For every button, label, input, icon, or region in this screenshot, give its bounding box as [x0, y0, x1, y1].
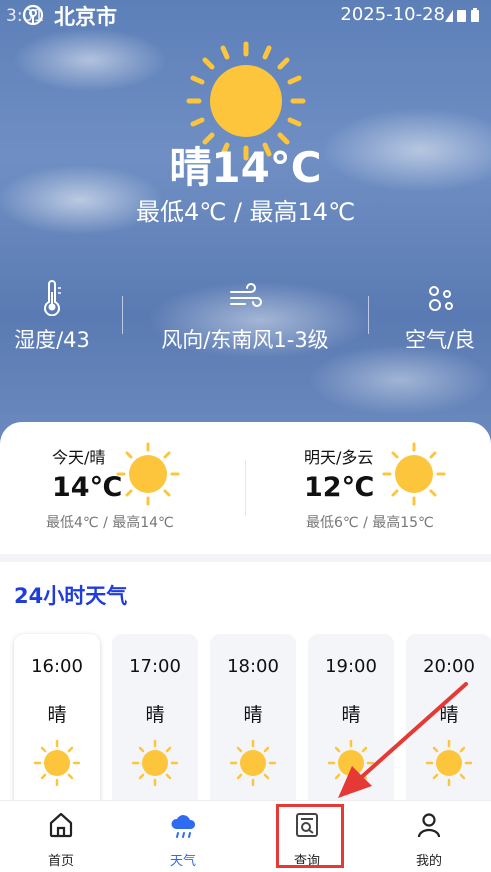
- hourly-title: 24小时天气: [14, 584, 128, 608]
- hour-time: 18:00: [227, 656, 279, 677]
- weather-cloud-icon: [171, 815, 196, 838]
- status-icons: [445, 8, 479, 22]
- tab-profile-label: 我的: [415, 854, 442, 869]
- hour-time: 20:00: [423, 656, 475, 677]
- home-icon: [49, 812, 73, 838]
- sun-icon: [34, 740, 80, 786]
- sun-icon: [116, 442, 180, 506]
- humidity-label: 湿度/43: [14, 328, 90, 352]
- today-title: 今天/晴: [52, 448, 106, 467]
- tab-weather-label: 天气: [169, 854, 196, 869]
- hour-time: 16:00: [31, 656, 83, 677]
- hour-condition: 晴: [243, 704, 263, 726]
- current-min-max: 最低4℃ / 最高14℃: [135, 198, 356, 226]
- pointer-arrow: [338, 682, 468, 798]
- date-label: 2025-10-28: [340, 4, 445, 25]
- humidity-metric: 湿度/43: [10, 280, 94, 354]
- air-metric: 空气/良: [398, 280, 482, 354]
- today-forecast[interactable]: 今天/晴 14℃ 最低4℃ / 最高14℃: [0, 422, 245, 554]
- tomorrow-title: 明天/多云: [304, 448, 374, 467]
- thermometer-icon: [44, 280, 61, 316]
- location-icon[interactable]: [22, 4, 44, 26]
- tab-weather[interactable]: 天气: [122, 801, 244, 872]
- hour-card[interactable]: 16:00 晴: [14, 634, 100, 814]
- highlight-box: [276, 804, 344, 868]
- daily-forecast-card: 今天/晴 14℃ 最低4℃ / 最高14℃ 明天/多云 12℃ 最低6℃ / 最…: [0, 422, 491, 554]
- metric-divider: [368, 296, 369, 334]
- air-icon: [429, 286, 453, 311]
- current-condition-temp: 晴14°C: [169, 143, 322, 192]
- hour-condition: 晴: [47, 704, 67, 726]
- today-temp: 14℃: [52, 472, 123, 503]
- bottom-tab-bar: 首页 天气 查询 我的: [0, 800, 491, 872]
- air-label: 空气/良: [404, 328, 476, 352]
- city-name[interactable]: 北京市: [54, 1, 117, 31]
- hour-card[interactable]: 17:00 晴: [112, 634, 198, 814]
- sun-icon: [230, 740, 276, 786]
- tomorrow-temp: 12℃: [304, 472, 375, 503]
- today-range: 最低4℃ / 最高14℃: [46, 515, 174, 531]
- status-bar: 3:01 北京市 2025-10-28: [0, 0, 491, 32]
- tomorrow-range: 最低6℃ / 最高15℃: [306, 515, 434, 531]
- sun-icon: [382, 442, 446, 506]
- hour-time: 17:00: [129, 656, 181, 677]
- wind-metric: 风向/东南风1-3级: [150, 280, 340, 354]
- hour-time: 19:00: [325, 656, 377, 677]
- sun-icon: [132, 740, 178, 786]
- tab-home-label: 首页: [47, 854, 74, 869]
- tomorrow-forecast[interactable]: 明天/多云 12℃ 最低6℃ / 最高15℃: [246, 422, 491, 554]
- tab-home[interactable]: 首页: [0, 801, 122, 872]
- tab-profile[interactable]: 我的: [368, 801, 490, 872]
- hour-condition: 晴: [145, 704, 165, 726]
- metric-divider: [122, 296, 123, 334]
- wind-icon: [230, 283, 262, 307]
- hour-card[interactable]: 18:00 晴: [210, 634, 296, 814]
- wind-label: 风向/东南风1-3级: [161, 328, 329, 352]
- profile-icon: [417, 813, 441, 838]
